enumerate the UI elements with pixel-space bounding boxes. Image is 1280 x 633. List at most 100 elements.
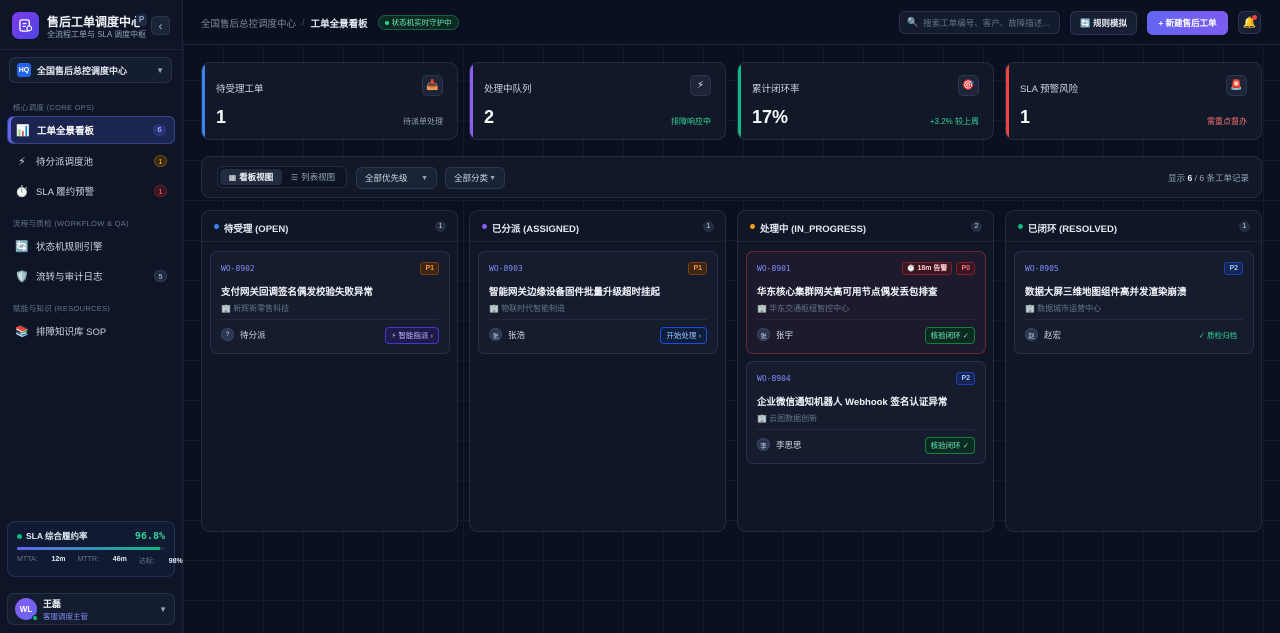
- siren-icon: 🚨: [1226, 75, 1247, 96]
- list-icon: ☰: [290, 172, 299, 182]
- ticket-company: 🏢 物联时代智能制造: [489, 304, 566, 313]
- assignee-name: 待分派: [240, 329, 266, 340]
- ticket-id[interactable]: WO-8905: [1025, 264, 1059, 273]
- category-select[interactable]: 全部分类 ▼: [445, 167, 505, 189]
- sidebar-item-label: 流转与审计日志: [36, 272, 103, 283]
- ticket-card[interactable]: WO-8905 P2 数据大屏三维地图组件高并发渲染崩溃 🏢 数据城市运营中心赵赵宏 ✓…: [1014, 251, 1254, 354]
- priority-badge: P1: [420, 262, 439, 275]
- board-view-button[interactable]: ▦ 看板视图: [220, 169, 282, 185]
- ticket-action-button[interactable]: ⚡ 智能指派 ›: [385, 327, 439, 344]
- breadcrumb-root[interactable]: 全国售后总控调度中心: [201, 16, 296, 30]
- nav-count-badge: 1: [154, 185, 167, 197]
- ticket-company: 🏢 云图数据创新: [757, 414, 818, 423]
- chevron-down-icon: ▼: [421, 174, 428, 182]
- mttr-value: 46m: [112, 556, 127, 563]
- board-view-label: 看板视图: [239, 172, 274, 182]
- ticket-action-button[interactable]: 开始处理 ›: [660, 327, 707, 344]
- nav-count-badge: 5: [154, 270, 167, 282]
- list-view-button[interactable]: ☰ 列表视图: [282, 169, 344, 185]
- ticket-assignee: 张张浩: [489, 328, 525, 341]
- live-dot: [384, 20, 389, 25]
- kpi-value: 1: [1020, 107, 1031, 127]
- ticket-card[interactable]: WO-8903 P1 智能网关边缘设备固件批量升级超时挂起 🏢 物联时代智能制造张张浩…: [478, 251, 718, 354]
- inbox-icon: 📥: [422, 75, 443, 96]
- mtta-value: 12m: [51, 556, 66, 563]
- ticket-title: 数据大屏三维地图组件高并发渲染崩溃: [1025, 287, 1187, 298]
- ticket-action-button[interactable]: 核验闭环 ✓: [924, 437, 975, 454]
- nav-section-resources: 赋能与知识 (RESOURCES): [13, 304, 111, 313]
- nav-count-badge: 1: [154, 155, 167, 167]
- kpi-label: 处理中队列: [484, 84, 532, 95]
- mtta-label: MTTA:: [17, 556, 38, 563]
- chevron-left-icon: ‹: [158, 18, 163, 33]
- column-status-dot: [1018, 224, 1023, 229]
- breadcrumb: 全国售后总控调度中心 / 工单全景看板 状态机实时守护中: [201, 15, 459, 30]
- priority-badge: P2: [956, 372, 975, 385]
- brand-title: 售后工单调度中心: [47, 15, 144, 29]
- sidebar-item-state-engine[interactable]: 🔄 状态机规则引擎: [7, 232, 175, 260]
- search-icon: 🔍: [907, 17, 919, 27]
- kpi-note: 需重点督办: [1207, 117, 1247, 126]
- category-select-value: 全部分类: [454, 173, 489, 183]
- ticket-action-button[interactable]: ✓ 质检归档: [1193, 327, 1243, 344]
- rule-simulate-button[interactable]: 🔄 规则模拟: [1070, 11, 1137, 35]
- avatar: WL: [15, 598, 38, 621]
- books-icon: 📚: [15, 325, 29, 338]
- ticket-card[interactable]: WO-8902 P1 支付网关回调签名偶发校验失败异常 🏢 新辉新零售科技? 待分派 ⚡ …: [210, 251, 450, 354]
- priority-select[interactable]: 全部优先级 ▼: [356, 167, 437, 189]
- collapse-sidebar-button[interactable]: ‹: [151, 16, 170, 35]
- org-chip: HQ: [17, 63, 31, 77]
- ticket-id[interactable]: WO-8903: [489, 264, 523, 273]
- kpi-card-closure-rate: 累计闭环率 🎯 17% +3.2% 较上周: [737, 62, 994, 140]
- sidebar-item-dashboard[interactable]: 📊 工单全景看板 6: [7, 116, 175, 144]
- ticket-company: 🏢 新辉新零售科技: [221, 304, 290, 313]
- ticket-id[interactable]: WO-8904: [757, 374, 791, 383]
- column-header: 待受理 (OPEN) 1: [202, 211, 457, 242]
- user-profile-menu[interactable]: WL 王磊 客服调度主管 ▼: [7, 593, 175, 625]
- sidebar-item-audit-log[interactable]: 🛡️ 流转与审计日志 5: [7, 262, 175, 290]
- sidebar: 售后工单调度中心 P 全流程工单与 SLA 调度中枢 ‹ HQ 全国售后总控调度…: [0, 0, 183, 633]
- kpi-accent: [738, 63, 741, 139]
- sidebar-item-sla-alert[interactable]: ⏱️ SLA 履约预警 1: [7, 177, 175, 205]
- org-selector[interactable]: HQ 全国售后总控调度中心 ▼: [9, 57, 172, 83]
- card-divider: [489, 319, 707, 320]
- sidebar-item-dispatch-pool[interactable]: ⚡ 待分派调度池 1: [7, 147, 175, 175]
- ticket-company: 🏢 华东交通枢纽智控中心: [757, 304, 850, 313]
- priority-badge: P2: [1224, 262, 1243, 275]
- assignee-avatar: 张: [757, 328, 770, 341]
- ticket-assignee: 赵赵宏: [1025, 328, 1061, 341]
- ticket-id[interactable]: WO-8901: [757, 264, 791, 273]
- view-toggle: ▦ 看板视图 ☰ 列表视图: [217, 166, 347, 188]
- notification-dot: [1252, 15, 1257, 20]
- brand-logo-icon: [12, 12, 39, 39]
- column-header: 已闭环 (RESOLVED) 1: [1006, 211, 1261, 242]
- card-divider: [757, 319, 975, 320]
- column-status-dot: [214, 224, 219, 229]
- kpi-label: 待受理工单: [216, 84, 264, 95]
- lightning-icon: ⚡: [18, 155, 26, 168]
- search-input[interactable]: [923, 17, 1052, 28]
- kpi-note: +3.2% 较上周: [929, 117, 979, 126]
- ticket-card[interactable]: WO-8901 ⏱️ 18m 告警 P0 华东核心集群网关高可用节点偶发丢包排查 🏢 华…: [746, 251, 986, 354]
- notifications-button[interactable]: 🔔: [1238, 11, 1261, 34]
- column-count: 1: [703, 221, 714, 232]
- sidebar-item-knowledge-base[interactable]: 📚 排障知识库 SOP: [7, 317, 175, 345]
- search-box[interactable]: 🔍: [899, 11, 1060, 34]
- nav-section-workflow: 流程与质检 (WORKFLOW & QA): [13, 219, 129, 228]
- ticket-id[interactable]: WO-8902: [221, 264, 255, 273]
- kpi-accent: [470, 63, 473, 139]
- kanban-column: 已分派 (ASSIGNED) 1 WO-8903 P1 智能网关边缘设备固件批量升级超时…: [469, 210, 726, 532]
- column-header: 已分派 (ASSIGNED) 1: [470, 211, 725, 242]
- new-ticket-button[interactable]: + 新建售后工单: [1147, 11, 1228, 35]
- rate-value: 98%: [168, 558, 183, 565]
- sla-timer-badge: ⏱️ 18m 告警: [901, 262, 953, 275]
- brand-subtitle: 全流程工单与 SLA 调度中枢: [47, 30, 147, 39]
- lightning-icon: ⚡: [690, 75, 711, 96]
- kanban-column: 待受理 (OPEN) 1 WO-8902 P1 支付网关回调签名偶发校验失败异常 🏢 新辉…: [201, 210, 458, 532]
- kanban-column: 已闭环 (RESOLVED) 1 WO-8905 P2 数据大屏三维地图组件高并发渲染崩…: [1005, 210, 1262, 532]
- sidebar-item-label: 工单全景看板: [37, 126, 95, 137]
- ticket-action-button[interactable]: 核验闭环 ✓: [924, 327, 975, 344]
- ticket-card[interactable]: WO-8904 P2 企业微信通知机器人 Webhook 签名认证异常 🏢 云图数据创…: [746, 361, 986, 464]
- assignee-name: 李思思: [776, 439, 802, 450]
- ticket-title: 企业微信通知机器人 Webhook 签名认证异常: [757, 397, 948, 408]
